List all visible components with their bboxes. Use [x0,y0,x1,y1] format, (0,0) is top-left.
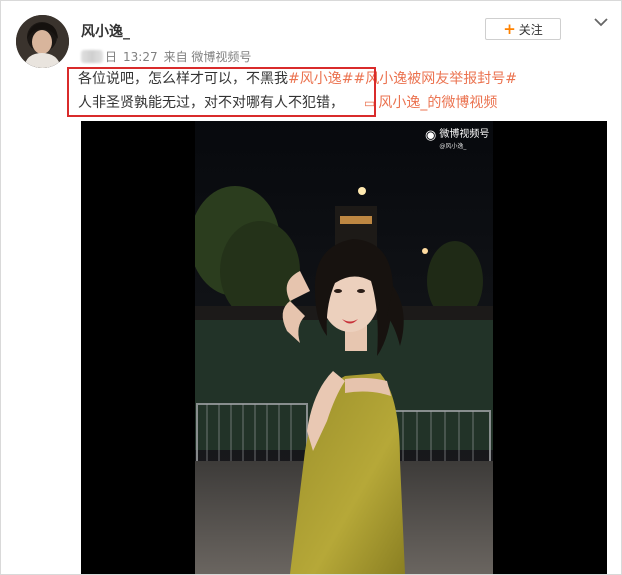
video-thumbnail [195,121,493,574]
watermark-sub: @风小逸_ [439,143,467,150]
post-text-line-2: 人非圣贤孰能无过，对不对哪有人不犯错， ▭ 风小逸_的微博视频 [78,91,598,115]
follow-label: 关注 [518,22,543,37]
watermark-title: 微博视频号 [439,129,490,140]
post-text-plain-2: 人非圣贤孰能无过，对不对哪有人不犯错， [78,95,344,111]
username[interactable]: 风小逸_ [81,21,130,41]
date-suffix: 日 [105,50,118,64]
video-player[interactable]: ◉ 微博视频号 @风小逸_ [81,121,607,574]
weibo-logo-icon: ◉ [425,128,437,143]
video-frame [195,121,493,574]
weibo-post-card: 风小逸_ 日 13:27 来自 微博视频号 + 关注 各位说吧，怎么样才可以，不… [0,0,622,575]
more-options-button[interactable] [591,14,611,30]
video-watermark: ◉ 微博视频号 @风小逸_ [425,129,489,153]
chevron-down-icon [594,17,608,26]
post-text: 各位说吧，怎么样才可以，不黑我#风小逸##风小逸被网友举报封号# 人非圣贤孰能无… [78,67,598,115]
blurred-date [81,50,103,63]
post-text-plain-1: 各位说吧，怎么样才可以，不黑我 [78,71,288,87]
post-text-line-1: 各位说吧，怎么样才可以，不黑我#风小逸##风小逸被网友举报封号# [78,67,598,91]
video-link[interactable]: ▭ 风小逸_的微博视频 [364,95,497,111]
follow-button[interactable]: + 关注 [485,18,561,40]
topic-link[interactable]: #风小逸被网友举报封号# [353,71,516,87]
topic-link[interactable]: #风小逸# [288,71,353,87]
avatar[interactable] [16,15,69,68]
plus-icon: + [503,19,516,38]
video-camera-icon: ▭ [364,96,376,110]
video-link-label: 风小逸_的微博视频 [378,95,498,111]
avatar-image [16,15,69,68]
post-time[interactable]: 13:27 [123,50,158,64]
post-source[interactable]: 来自 微博视频号 [164,48,252,65]
post-meta: 日 13:27 来自 微博视频号 [81,48,251,65]
